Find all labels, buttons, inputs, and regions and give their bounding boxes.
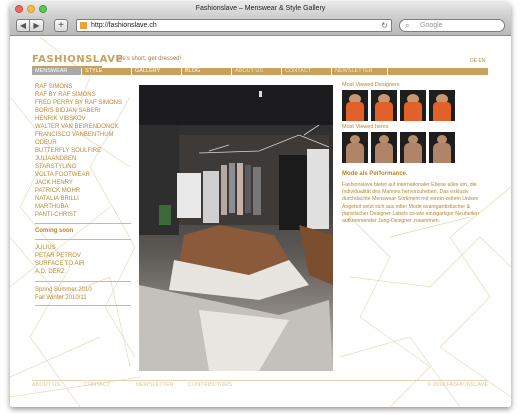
designer-link[interactable]: PANTI-CHRIST <box>35 211 135 219</box>
language-switcher[interactable]: DE EN <box>470 58 485 64</box>
nav-gallery[interactable]: GALLERY <box>132 68 182 75</box>
item-thumbnail[interactable] <box>400 132 426 163</box>
search-icon: ⌕ <box>405 21 410 30</box>
site-logo[interactable]: FASHIONSLAVE <box>32 54 123 65</box>
designer-link[interactable]: HENRIK VIBSKOV <box>35 115 135 123</box>
divider <box>35 281 131 282</box>
designer-link[interactable]: RAF SIMONS <box>35 83 135 91</box>
nav-contact[interactable]: CONTACT <box>282 68 332 75</box>
web-page: FASHIONSLAVE Life's short, get dressed! … <box>10 37 511 407</box>
window-title: Fashionslave – Menswear & Style Gallery <box>195 5 326 12</box>
designer-link[interactable]: ODEUR <box>35 139 135 147</box>
designer-link[interactable]: NATALIA BRILLI <box>35 195 135 203</box>
designer-link[interactable]: WALTER VAN BEIRENDONCK <box>35 123 135 131</box>
mode-text: Fashionslave bietet auf internationaler … <box>342 182 479 225</box>
back-button[interactable]: ◀ <box>16 19 30 32</box>
footer-newsletter[interactable]: NEWSLETTER <box>136 381 188 389</box>
item-thumbnail[interactable] <box>342 132 368 163</box>
designer-link[interactable]: PATRICK MOHR <box>35 187 135 195</box>
nav-blog[interactable]: BLOG <box>182 68 232 75</box>
search-placeholder: Google <box>420 22 443 29</box>
right-column: Most Viewed Designers Most Viewed Items … <box>342 82 492 225</box>
designer-thumbnail[interactable] <box>371 90 397 121</box>
designer-link[interactable]: STARSTYLING <box>35 163 135 171</box>
address-bar[interactable]: http://fashionslave.ch ↻ <box>76 19 392 32</box>
coming-soon-item: A.D. DERZ <box>35 269 65 275</box>
designer-link[interactable]: BORIS BIDJAN SABERI <box>35 107 135 115</box>
main-nav: MENSWEAR STYLE GALLERY BLOG ABOUT US CON… <box>32 68 488 75</box>
coming-soon-title: Coming soon <box>35 228 74 234</box>
nav-style[interactable]: STYLE <box>82 68 132 75</box>
search-input[interactable]: ⌕ Google <box>399 19 505 32</box>
designer-thumbnail[interactable] <box>429 90 455 121</box>
coming-soon-list: JULIUS PETAR PETROV SURFACE TO AIR A.D. … <box>35 244 135 276</box>
designer-link[interactable]: RAF BY RAF SIMONS <box>35 91 135 99</box>
designer-link[interactable]: JULIAANDBEN <box>35 155 135 163</box>
history-buttons: ◀ ▶ <box>16 19 44 32</box>
favicon-icon <box>80 22 87 29</box>
nav-menswear[interactable]: MENSWEAR <box>32 68 82 75</box>
footer-about-us[interactable]: ABOUT US <box>32 381 84 389</box>
reload-icon[interactable]: ↻ <box>381 20 388 31</box>
browser-window: Fashionslave – Menswear & Style Gallery … <box>10 2 511 407</box>
zoom-window-icon[interactable] <box>39 5 47 13</box>
designer-thumbnail[interactable] <box>342 90 368 121</box>
title-bar: Fashionslave – Menswear & Style Gallery <box>10 2 511 16</box>
coming-soon-item: SURFACE TO AIR <box>35 261 85 267</box>
minimize-window-icon[interactable] <box>27 5 35 13</box>
tagline: Life's short, get dressed! <box>116 56 182 62</box>
most-viewed-designers-title: Most Viewed Designers <box>342 82 400 88</box>
coming-soon-section: Coming soon <box>35 228 135 234</box>
new-tab-button[interactable]: + <box>54 19 68 32</box>
divider <box>35 239 131 240</box>
store-interior-illustration <box>139 85 333 371</box>
url-text: http://fashionslave.ch <box>91 22 157 29</box>
window-controls <box>15 5 47 13</box>
nav-newsletter[interactable]: NEWSLETTER <box>332 68 388 75</box>
item-thumbnail[interactable] <box>371 132 397 163</box>
most-viewed-designers-row <box>342 90 492 121</box>
season-link[interactable]: Spring Summer 2010 <box>35 286 135 294</box>
designer-list: RAF SIMONS RAF BY RAF SIMONS FRED PERRY … <box>35 83 135 219</box>
nav-about-us[interactable]: ABOUT US <box>232 68 282 75</box>
designer-link[interactable]: BUTTERFLY SOULFIRE <box>35 147 135 155</box>
coming-soon-item: PETAR PETROV <box>35 253 81 259</box>
footer-contributors[interactable]: CONTRIBUTORS <box>188 381 240 389</box>
browser-toolbar: ◀ ▶ + http://fashionslave.ch ↻ ⌕ Google <box>10 16 511 36</box>
season-link[interactable]: Fall Winter 2010/11 <box>35 294 135 302</box>
forward-button[interactable]: ▶ <box>30 19 44 32</box>
divider <box>35 223 131 224</box>
most-viewed-items-row <box>342 132 492 163</box>
footer-contact[interactable]: CONTACT <box>84 381 136 389</box>
item-thumbnail[interactable] <box>429 132 455 163</box>
close-window-icon[interactable] <box>15 5 23 13</box>
mode-title: Mode als Performance. <box>342 171 408 177</box>
divider <box>35 305 131 306</box>
most-viewed-items-title: Most Viewed Items <box>342 124 389 130</box>
designer-link[interactable]: FRANCISCO VANBENTHUM <box>35 131 135 139</box>
footer: ABOUT US CONTACT NEWSLETTER CONTRIBUTORS… <box>32 380 488 389</box>
designer-link[interactable]: JACK HENRY <box>35 179 135 187</box>
designer-link[interactable]: VOLTA FOOTWEAR <box>35 171 135 179</box>
store-interior-photo <box>139 85 333 371</box>
designer-link[interactable]: FRED PERRY BY RAF SIMONS <box>35 99 135 107</box>
designer-link[interactable]: MARTHUBA <box>35 203 135 211</box>
copyright: © 2010 FASHIONSLAVE <box>427 382 488 388</box>
coming-soon-item: JULIUS <box>35 245 56 251</box>
season-list: Spring Summer 2010 Fall Winter 2010/11 <box>35 286 135 302</box>
designer-thumbnail[interactable] <box>400 90 426 121</box>
